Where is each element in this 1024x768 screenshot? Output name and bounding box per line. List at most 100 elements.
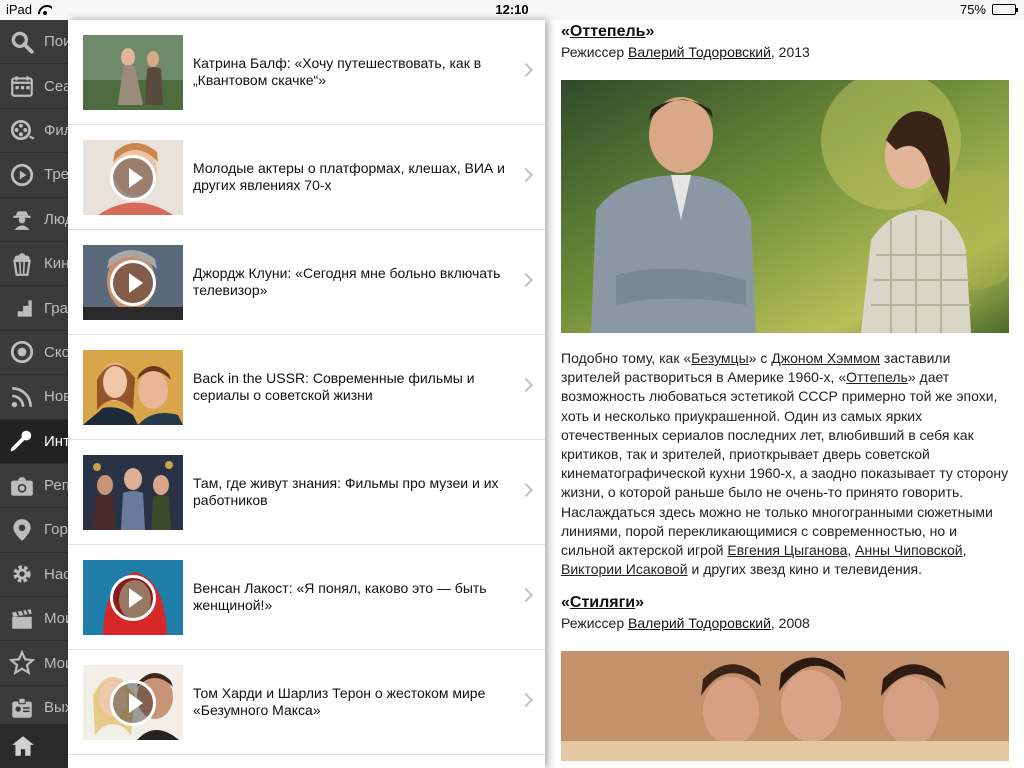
film-meta-1: Режиссер Валерий Тодоровский, 2013 [561, 44, 810, 60]
microphone-icon [0, 428, 44, 454]
film-title-1: «Оттепель» [561, 23, 655, 40]
film-link-stilyagi[interactable]: Стиляги [570, 594, 635, 611]
article-panel: «Оттепель» Режиссер Валерий Тодоровский,… [545, 20, 1024, 768]
sidebar-item-clapperboard[interactable]: Мои фильмы [0, 597, 68, 642]
list-item-title: Back in the USSR: Современные фильмы и с… [193, 370, 475, 403]
director-link-1[interactable]: Валерий Тодоровский [628, 44, 771, 60]
sidebar-item-label: Мои звёзды [44, 654, 68, 672]
calendar-icon [0, 73, 44, 99]
sidebar-item-popcorn[interactable]: Кинотеатры [0, 242, 68, 287]
list-item[interactable]: Back in the USSR: Современные фильмы и с… [68, 335, 545, 440]
sidebar: Поиск Сеансы Фильмы Трейлеры Люди Кинотеатры Г… [0, 20, 68, 768]
sidebar-item-label: Кинотеатры [44, 255, 68, 273]
sidebar-item-search[interactable]: Поиск [0, 20, 68, 65]
chevron-right-icon [518, 377, 534, 393]
home-button[interactable] [0, 724, 68, 768]
link-anna-chipovskaya[interactable]: Анны Чиповской [855, 542, 962, 558]
film-still-1-image [561, 80, 1009, 333]
play-icon [110, 679, 156, 726]
sidebar-item-location-pin[interactable]: Город [0, 508, 68, 553]
battery-percent: 75% [959, 2, 986, 17]
link-mad-men[interactable]: Безумцы [691, 350, 748, 366]
popcorn-icon [0, 251, 44, 277]
sidebar-item-microphone[interactable]: Интервью [0, 419, 68, 464]
chevron-right-icon [518, 272, 534, 288]
film-still-2 [561, 651, 1009, 762]
chevron-right-icon [518, 167, 534, 183]
sidebar-item-label: Репортажи [44, 477, 68, 495]
status-bar: iPad 12:10 75% [0, 0, 1024, 20]
location-pin-icon [0, 517, 44, 543]
sidebar-item-star[interactable]: Мои звёзды [0, 641, 68, 686]
sidebar-item-label: Графики [44, 299, 68, 317]
film-still-1 [561, 80, 1009, 333]
list-item-thumbnail [83, 664, 183, 740]
sidebar-item-calendar[interactable]: Сеансы [0, 64, 68, 109]
sidebar-item-label: Интервью [44, 432, 68, 450]
sidebar-item-label: Настройки [44, 565, 68, 583]
sidebar-item-label: Сеансы [44, 77, 68, 95]
sidebar-item-label: Люди [44, 210, 68, 228]
list-item-thumbnail [83, 454, 183, 530]
film-meta-2: Режиссер Валерий Тодоровский, 2008 [561, 615, 810, 632]
list-item-thumbnail [83, 244, 183, 320]
clock: 12:10 [495, 2, 529, 17]
sidebar-item-gear[interactable]: Настройки [0, 553, 68, 598]
camera-icon [0, 473, 44, 499]
link-jon-hamm[interactable]: Джоном Хэммом [771, 350, 880, 366]
target-icon [0, 339, 44, 365]
list-item[interactable]: Катрина Балф: «Хочу путешествовать, как … [68, 20, 545, 125]
sidebar-item-stairs[interactable]: Графики [0, 286, 68, 331]
list-item-title: Молодые актеры о платформах, клешах, ВИА… [193, 160, 505, 193]
chevron-right-icon [518, 692, 534, 708]
chevron-right-icon [518, 62, 534, 78]
list-item-title: Венсан Лакост: «Я понял, каково это — бы… [193, 580, 487, 613]
sidebar-item-label: Скоро [44, 343, 68, 361]
film-reel-icon [0, 117, 44, 143]
director-link-2[interactable]: Валерий Тодоровский [628, 615, 771, 631]
list-item[interactable]: Том Харди и Шарлиз Терон о жестоком мире… [68, 650, 545, 755]
sidebar-item-label: Город [44, 521, 68, 539]
sidebar-item-camera[interactable]: Репортажи [0, 464, 68, 509]
link-ottepel[interactable]: Оттепель [846, 369, 908, 385]
list-item[interactable]: Там, где живут знания: Фильмы про музеи … [68, 440, 545, 545]
list-item-thumbnail [83, 349, 183, 425]
person-hat-icon [0, 206, 44, 232]
chevron-right-icon [518, 482, 534, 498]
stairs-icon [0, 295, 44, 321]
list-item-thumbnail [83, 139, 183, 215]
film-link-ottepel[interactable]: Оттепель [570, 23, 646, 40]
list-item-title: Джордж Клуни: «Сегодня мне больно включа… [193, 265, 501, 298]
play-icon [110, 154, 156, 201]
id-badge-icon [0, 695, 44, 721]
search-icon [0, 29, 44, 55]
sidebar-item-target[interactable]: Скоро [0, 331, 68, 376]
film-still-2-image [561, 651, 1009, 762]
gear-icon [0, 561, 44, 587]
film-title-2: «Стиляги» [561, 594, 645, 612]
list-item[interactable]: Джордж Клуни: «Сегодня мне больно включа… [68, 230, 545, 335]
sidebar-item-label: Трейлеры [44, 166, 68, 184]
sidebar-item-film-reel[interactable]: Фильмы [0, 109, 68, 154]
interview-list: Катрина Балф: «Хочу путешествовать, как … [68, 20, 545, 768]
list-item[interactable]: Молодые актеры о платформах, клешах, ВИА… [68, 125, 545, 230]
rss-icon [0, 384, 44, 410]
sidebar-item-label: Фильмы [44, 121, 68, 139]
list-item-thumbnail [83, 34, 183, 110]
list-item[interactable]: Венсан Лакост: «Я понял, каково это — бы… [68, 545, 545, 650]
link-viktoria-isakova[interactable]: Виктории Исаковой [561, 561, 688, 577]
battery-icon [992, 4, 1018, 15]
list-item-title: Там, где живут знания: Фильмы про музеи … [193, 475, 499, 508]
sidebar-item-person-hat[interactable]: Люди [0, 198, 68, 242]
sidebar-item-label: Мои фильмы [44, 610, 68, 628]
sidebar-item-play[interactable]: Трейлеры [0, 153, 68, 198]
link-evgeny-tsyganov[interactable]: Евгения Цыганова [727, 542, 847, 558]
clapperboard-icon [0, 606, 44, 632]
sidebar-item-label: Выход [44, 699, 68, 717]
list-item-title: Катрина Балф: «Хочу путешествовать, как … [193, 55, 482, 88]
sidebar-item-rss[interactable]: Новости [0, 375, 68, 420]
play-icon [110, 259, 156, 306]
chevron-right-icon [518, 587, 534, 603]
star-icon [0, 650, 44, 676]
sidebar-item-label: Поиск [44, 33, 68, 51]
